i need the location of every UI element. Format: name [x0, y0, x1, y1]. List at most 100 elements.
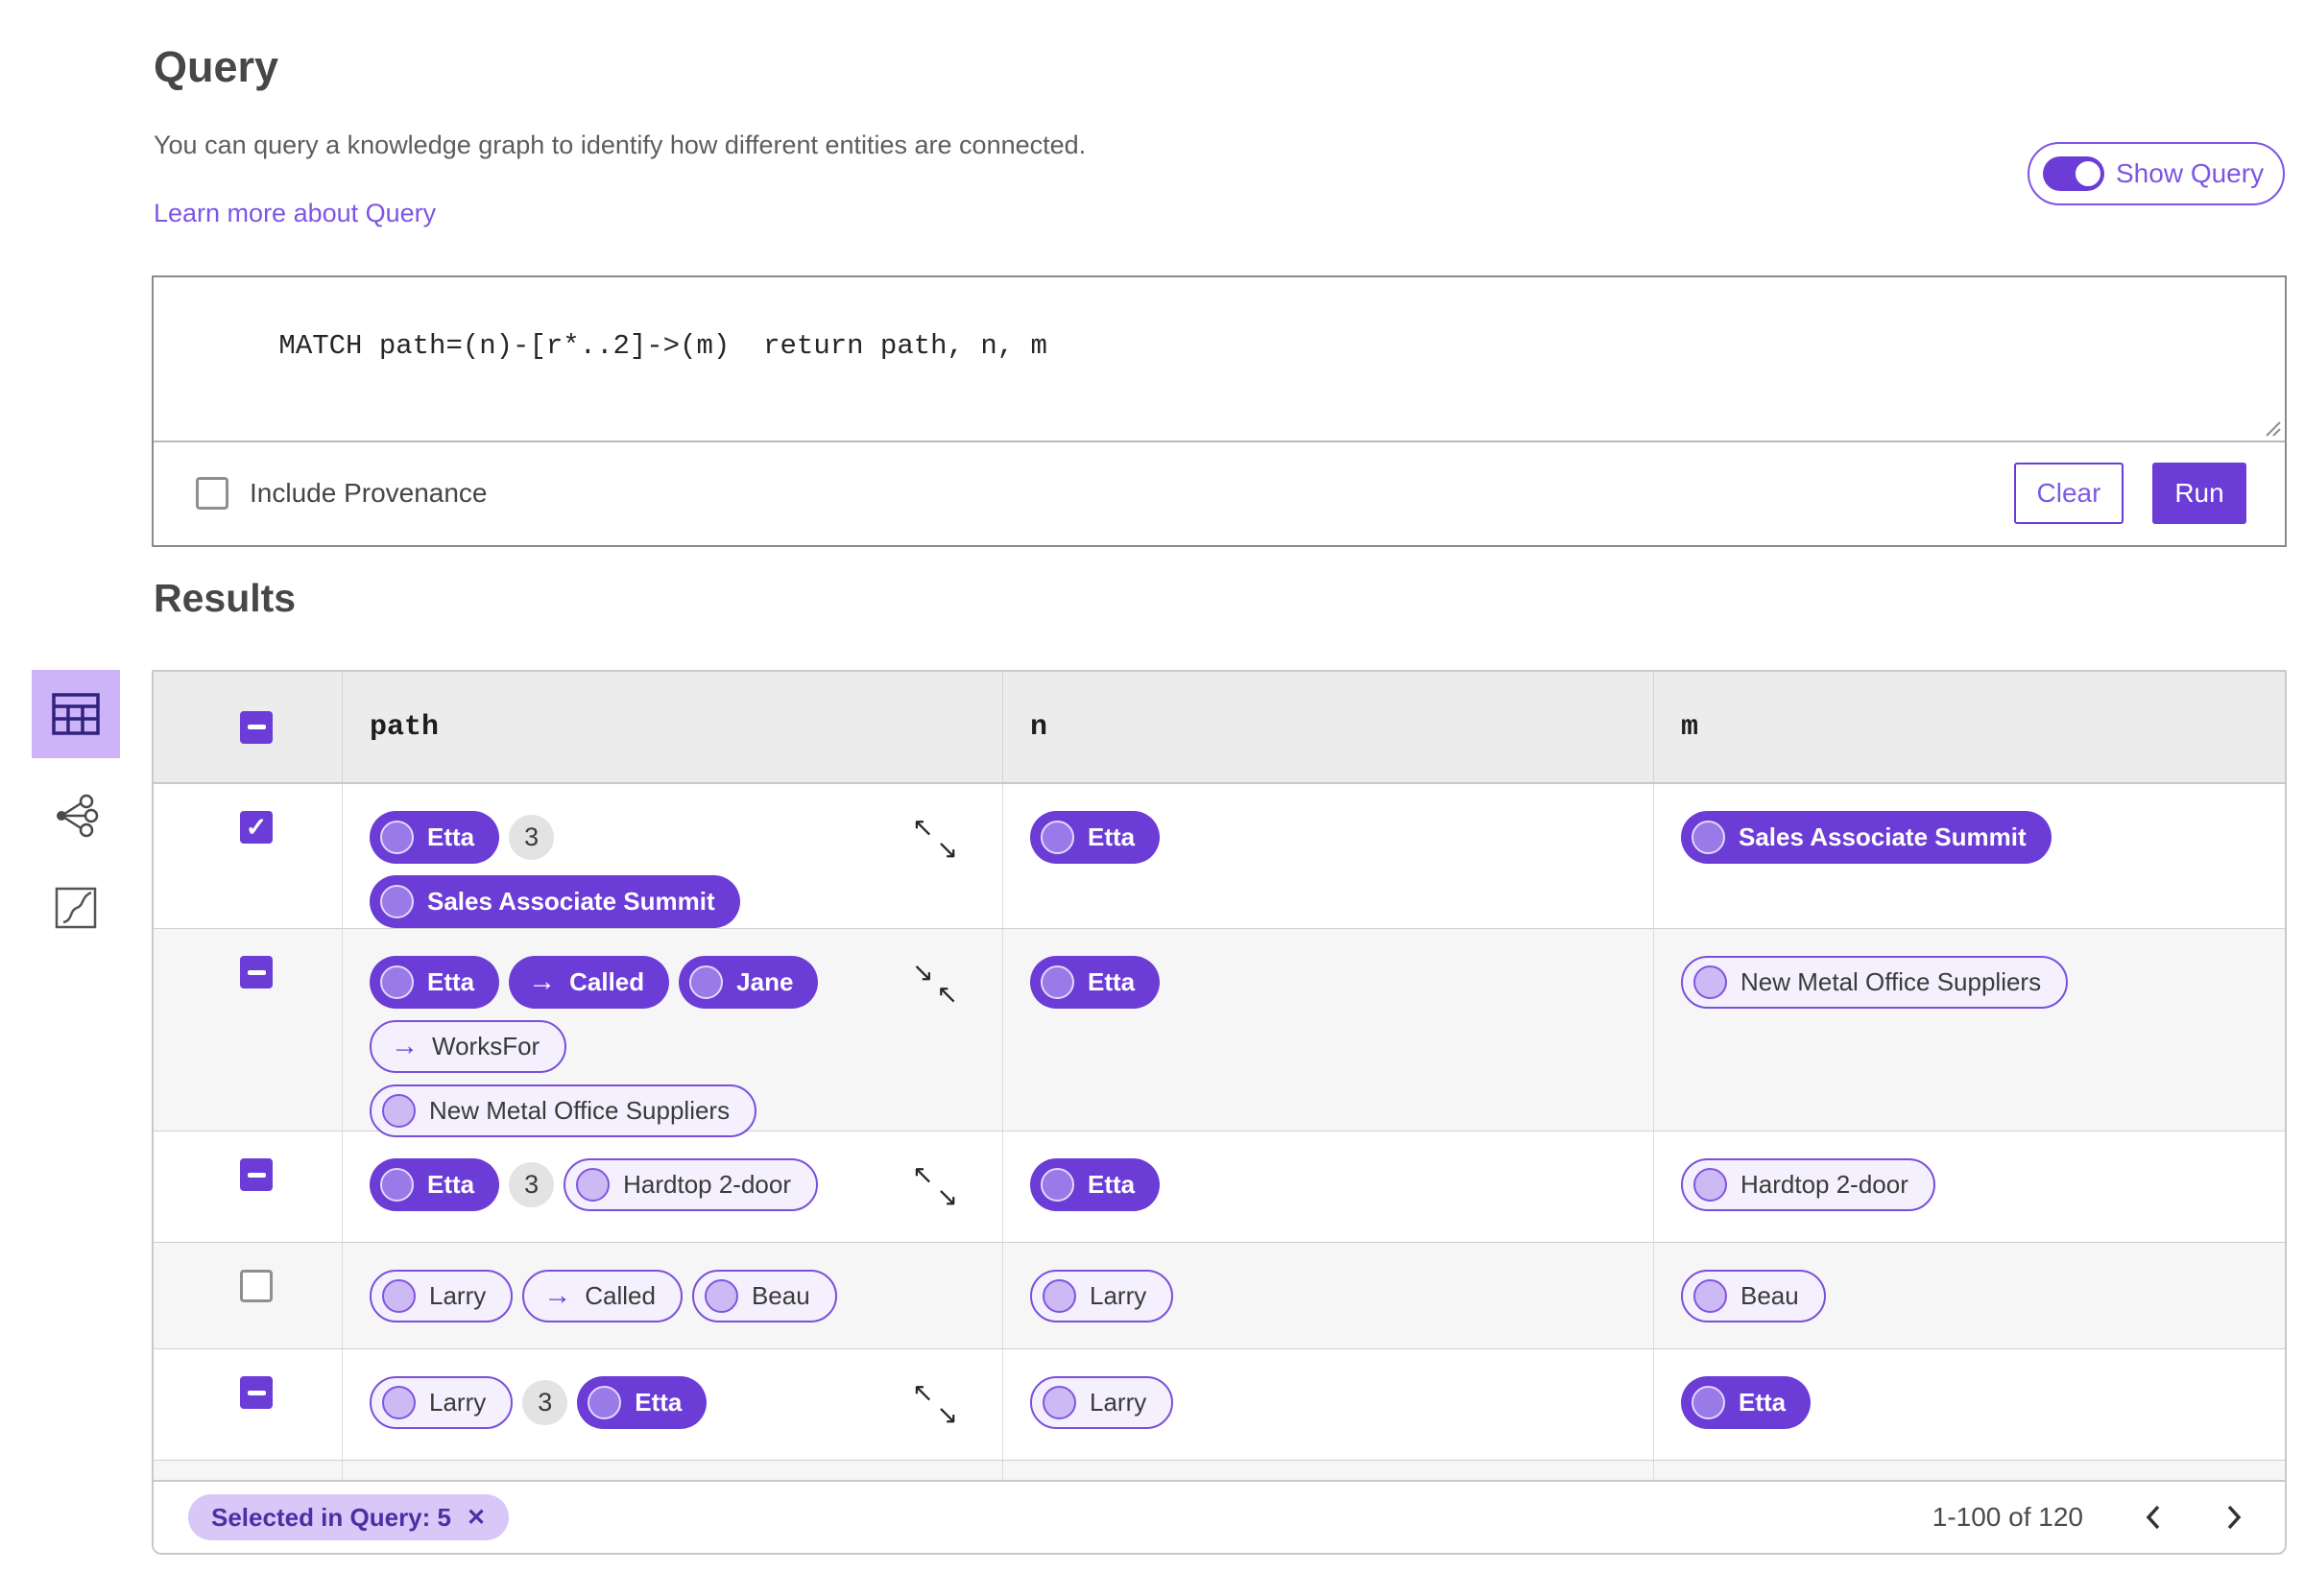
count-badge[interactable]: 3	[522, 1380, 568, 1425]
edge-pill[interactable]: → WorksFor	[370, 1020, 567, 1073]
entity-pill[interactable]: Larry	[370, 1376, 514, 1429]
entity-pill[interactable]: Larry	[1030, 1376, 1174, 1429]
n-cell: Etta	[1002, 1131, 1653, 1242]
chip-close-icon[interactable]: ✕	[467, 1504, 486, 1532]
entity-pill[interactable]: Larry	[370, 1270, 514, 1322]
pill-label: Etta	[635, 1388, 683, 1417]
resize-handle-icon[interactable]	[2263, 418, 2282, 438]
entity-pill[interactable]: Etta	[1030, 811, 1161, 864]
pill-label: Larry	[1090, 1388, 1147, 1417]
row-checkbox[interactable]	[240, 1270, 273, 1302]
node-circle-icon	[704, 1279, 738, 1313]
graph-icon	[57, 794, 99, 838]
include-provenance-checkbox[interactable]	[196, 476, 228, 510]
entity-pill[interactable]: Etta	[1030, 1158, 1161, 1211]
pill-label: Beau	[1740, 1281, 1799, 1310]
select-all-checkbox[interactable]	[240, 710, 273, 744]
table-view-button[interactable]	[32, 670, 120, 758]
expand-path-icon[interactable]: ↖ ↘	[912, 815, 958, 863]
table-row: Larry 3 Etta ↖ ↘ Larry Etta	[154, 1349, 2285, 1461]
page-description: You can query a knowledge graph to ident…	[154, 131, 1087, 159]
node-circle-icon	[380, 1168, 414, 1202]
collapse-path-icon[interactable]: ↘ ↖	[912, 960, 958, 1008]
entity-pill[interactable]: Etta	[577, 1376, 708, 1429]
path-cell: Larry → Called Beau	[342, 1243, 1002, 1348]
pill-label: Hardtop 2-door	[623, 1170, 792, 1199]
learn-more-link[interactable]: Learn more about Query	[154, 199, 436, 228]
row-checkbox[interactable]: ✓	[240, 811, 273, 844]
node-circle-icon	[1693, 1279, 1727, 1313]
entity-pill[interactable]: Etta	[1030, 956, 1161, 1009]
node-circle-icon	[588, 1386, 622, 1419]
run-button[interactable]: Run	[2152, 462, 2246, 524]
pill-label: New Metal Office Suppliers	[429, 1096, 731, 1125]
entity-pill[interactable]: Etta	[370, 1158, 500, 1211]
node-circle-icon	[689, 965, 724, 999]
n-cell: Etta	[1002, 929, 1653, 1162]
map-view-button[interactable]	[32, 873, 120, 942]
expand-path-icon[interactable]: ↖ ↘	[912, 1380, 958, 1428]
pill-label: New Metal Office Suppliers	[1740, 967, 2042, 996]
m-cell	[1653, 1461, 2285, 1480]
edge-pill[interactable]: → Called	[522, 1270, 683, 1322]
n-cell: Etta	[1002, 784, 1653, 953]
row-checkbox[interactable]	[240, 1158, 273, 1191]
node-circle-icon	[380, 821, 414, 854]
row-checkbox[interactable]	[240, 1376, 273, 1409]
expand-path-icon[interactable]: ↖ ↘	[912, 1162, 958, 1210]
selected-in-query-chip[interactable]: Selected in Query: 5 ✕	[188, 1494, 510, 1540]
clear-button[interactable]: Clear	[2014, 462, 2124, 524]
table-row: Larry → Called Beau Larry Beau	[154, 1243, 2285, 1349]
table-row: Etta → Called Jane → WorksFor New Metal Office…	[154, 929, 2285, 1162]
pill-label: Etta	[1739, 1388, 1787, 1417]
previous-page-button[interactable]	[2143, 1502, 2164, 1533]
pill-label: Etta	[427, 822, 475, 851]
pill-label: WorksFor	[432, 1032, 540, 1060]
edge-pill[interactable]: → Called	[509, 956, 670, 1009]
node-circle-icon	[380, 965, 414, 999]
entity-pill[interactable]: Etta	[370, 956, 500, 1009]
row-checkbox[interactable]	[240, 956, 273, 989]
selected-chip-label: Selected in Query: 5	[211, 1502, 451, 1532]
pagination: 1-100 of 120	[1932, 1502, 2244, 1533]
node-circle-icon	[380, 885, 414, 918]
column-header-path: path	[342, 672, 1002, 782]
entity-pill[interactable]: Hardtop 2-door	[1681, 1158, 1935, 1211]
entity-pill[interactable]: Jane	[679, 956, 819, 1009]
entity-pill[interactable]: Beau	[691, 1270, 837, 1322]
query-page: Query You can query a knowledge graph to…	[0, 0, 2304, 1596]
show-query-label: Show Query	[2116, 158, 2265, 188]
page-info: 1-100 of 120	[1932, 1502, 2083, 1532]
entity-pill[interactable]: Etta	[1681, 1376, 1812, 1429]
entity-pill[interactable]: Sales Associate Summit	[1681, 811, 2052, 864]
next-page-button[interactable]	[2223, 1502, 2244, 1533]
results-table: path n m ✓ Etta 3 Sales Associate Summit ↖ ↘ E…	[152, 670, 2287, 1555]
query-input[interactable]: MATCH path=(n)-[r*..2]->(m) return path,…	[154, 277, 2285, 442]
entity-pill[interactable]: Sales Associate Summit	[370, 875, 740, 928]
show-query-toggle[interactable]: Show Query	[2028, 142, 2285, 205]
entity-pill[interactable]: Larry	[1030, 1270, 1174, 1322]
include-provenance[interactable]: Include Provenance	[196, 476, 488, 510]
entity-pill[interactable]: Etta	[370, 811, 500, 864]
table-row	[154, 1461, 2285, 1480]
chevron-right-icon	[2227, 1505, 2242, 1530]
graph-view-button[interactable]	[32, 781, 120, 850]
results-title: Results	[154, 576, 297, 620]
toggle-switch-icon[interactable]	[2043, 156, 2104, 191]
count-badge[interactable]: 3	[509, 1162, 555, 1207]
m-cell: Beau	[1653, 1243, 2285, 1348]
entity-pill[interactable]: Hardtop 2-door	[564, 1158, 819, 1211]
pill-label: Beau	[751, 1281, 810, 1310]
pill-label: Larry	[429, 1281, 487, 1310]
query-text: MATCH path=(n)-[r*..2]->(m) return path,…	[278, 330, 1047, 362]
entity-pill[interactable]: Beau	[1681, 1270, 1826, 1322]
node-circle-icon	[382, 1386, 416, 1419]
node-circle-icon	[1693, 1168, 1727, 1202]
count-badge[interactable]: 3	[509, 815, 555, 860]
m-cell: Sales Associate Summit	[1653, 784, 2285, 953]
entity-pill[interactable]: New Metal Office Suppliers	[370, 1084, 757, 1137]
table-row: Etta 3 Hardtop 2-door ↖ ↘ Etta Hardtop 2-door	[154, 1131, 2285, 1243]
checkbox-cell: ✓	[154, 784, 342, 953]
pill-label: Etta	[1088, 822, 1136, 851]
entity-pill[interactable]: New Metal Office Suppliers	[1681, 956, 2069, 1009]
